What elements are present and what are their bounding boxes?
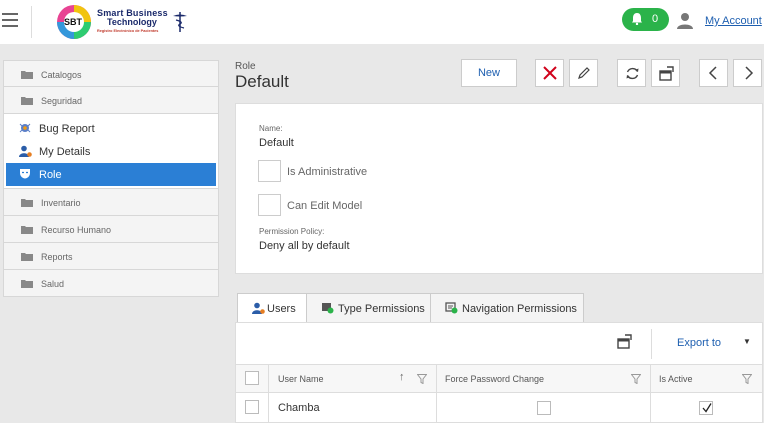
navigation-permissions-icon [445, 302, 458, 314]
column-header-is-active[interactable]: Is Active [659, 374, 693, 384]
header-divider [31, 6, 32, 38]
column-divider [650, 364, 651, 423]
open-window-button[interactable] [651, 59, 680, 87]
can-edit-model-label: Can Edit Model [287, 200, 363, 212]
sidebar-item-label: Bug Report [39, 123, 95, 135]
tab-label: Navigation Permissions [462, 303, 577, 315]
column-header-force-password-change[interactable]: Force Password Change [445, 374, 544, 384]
refresh-button[interactable] [617, 59, 646, 87]
chevron-right-icon [745, 66, 754, 80]
permission-policy-value[interactable]: Deny all by default [259, 240, 350, 252]
name-value[interactable]: Default [259, 137, 294, 149]
nav-group-label: Salud [41, 279, 65, 289]
folder-icon [21, 97, 33, 105]
bug-icon [19, 123, 31, 133]
edit-button[interactable] [569, 59, 598, 87]
folder-icon [21, 253, 33, 261]
my-account-link[interactable]: My Account [705, 15, 762, 27]
delete-button[interactable] [535, 59, 564, 87]
navigation-sidebar: Catalogos Seguridad Bug Report My Detail… [3, 60, 219, 297]
open-window-icon [659, 66, 674, 81]
sidebar-item-my-details[interactable]: My Details [4, 140, 218, 163]
close-x-icon [543, 66, 557, 80]
hamburger-menu-icon[interactable] [2, 13, 18, 29]
new-button[interactable]: New [461, 59, 517, 87]
checkmark-icon [702, 403, 712, 413]
next-record-button[interactable] [733, 59, 762, 87]
can-edit-model-checkbox[interactable] [258, 194, 281, 216]
refresh-icon [626, 67, 639, 80]
users-icon [252, 302, 265, 314]
folder-icon [21, 199, 33, 207]
is-administrative-checkbox[interactable] [258, 160, 281, 182]
tab-navigation-permissions[interactable]: Navigation Permissions [430, 293, 584, 323]
nav-group-label: Recurso Humano [41, 225, 112, 235]
top-header: SBT Smart Business Technology Registro E… [0, 0, 764, 44]
row-select-checkbox[interactable] [245, 400, 259, 414]
chevron-left-icon [708, 66, 717, 80]
force-password-change-checkbox[interactable] [537, 401, 551, 415]
notifications-count: 0 [652, 13, 659, 25]
nav-group-inventario[interactable]: Inventario [3, 189, 219, 216]
nav-group-seguridad[interactable]: Seguridad [3, 87, 219, 114]
notifications-button[interactable]: 0 [622, 8, 669, 31]
nav-group-salud[interactable]: Salud [3, 270, 219, 297]
tab-label: Users [267, 303, 296, 315]
folder-icon [21, 280, 33, 288]
user-avatar-icon[interactable] [677, 12, 693, 29]
export-to-dropdown[interactable]: Export to ▼ [651, 329, 763, 359]
bell-icon [632, 13, 642, 25]
select-all-checkbox[interactable] [245, 371, 259, 385]
tab-type-permissions[interactable]: Type Permissions [306, 293, 431, 323]
tab-label: Type Permissions [338, 303, 425, 315]
column-chooser-icon[interactable] [617, 334, 633, 349]
is-administrative-label: Is Administrative [287, 166, 368, 178]
column-header-user-name[interactable]: User Name [278, 374, 324, 384]
pencil-icon [578, 67, 590, 79]
nav-group-catalogos[interactable]: Catalogos [3, 60, 219, 87]
type-permissions-icon [322, 303, 334, 314]
nav-group-label: Catalogos [41, 70, 82, 80]
folder-icon [21, 226, 33, 234]
column-divider [436, 364, 437, 423]
company-logo[interactable]: SBT Smart Business Technology Registro E… [55, 3, 195, 41]
permission-policy-label: Permission Policy: [259, 227, 325, 236]
nav-group-seguridad-items: Bug Report My Details Role [3, 114, 219, 189]
page-title: Default [235, 72, 289, 91]
logo-line2: Technology [107, 17, 157, 27]
sidebar-item-label: Role [39, 169, 62, 181]
cell-user-name[interactable]: Chamba [278, 402, 320, 414]
is-active-checkbox[interactable] [699, 401, 713, 415]
logo-tagline: Registro Electrónico de Pacientes [97, 29, 159, 33]
previous-record-button[interactable] [699, 59, 728, 87]
caret-down-icon: ▼ [743, 337, 751, 346]
caduceus-icon [173, 12, 187, 32]
nav-group-label: Reports [41, 252, 73, 262]
user-details-icon [19, 145, 32, 157]
nav-group-label: Inventario [41, 198, 81, 208]
export-label: Export to [677, 337, 722, 349]
nav-group-recurso-humano[interactable]: Recurso Humano [3, 216, 219, 243]
logo-initials: SBT [64, 17, 82, 27]
name-label: Name: [259, 124, 283, 133]
tab-users[interactable]: Users [237, 293, 307, 324]
filter-icon[interactable] [417, 374, 427, 384]
sidebar-item-bug-report[interactable]: Bug Report [4, 117, 218, 140]
nav-group-label: Seguridad [41, 96, 83, 106]
sidebar-item-role[interactable]: Role [6, 163, 216, 186]
folder-icon [21, 71, 33, 79]
filter-icon[interactable] [631, 374, 641, 384]
column-divider [268, 364, 269, 423]
page-type-label: Role [235, 61, 256, 72]
filter-icon[interactable] [742, 374, 752, 384]
mask-icon [20, 169, 30, 179]
sort-ascending-icon[interactable]: ↑ [399, 371, 405, 383]
sidebar-item-label: My Details [39, 146, 91, 158]
nav-group-reports[interactable]: Reports [3, 243, 219, 270]
role-detail-panel: Name: Default Is Administrative Can Edit… [235, 103, 763, 274]
